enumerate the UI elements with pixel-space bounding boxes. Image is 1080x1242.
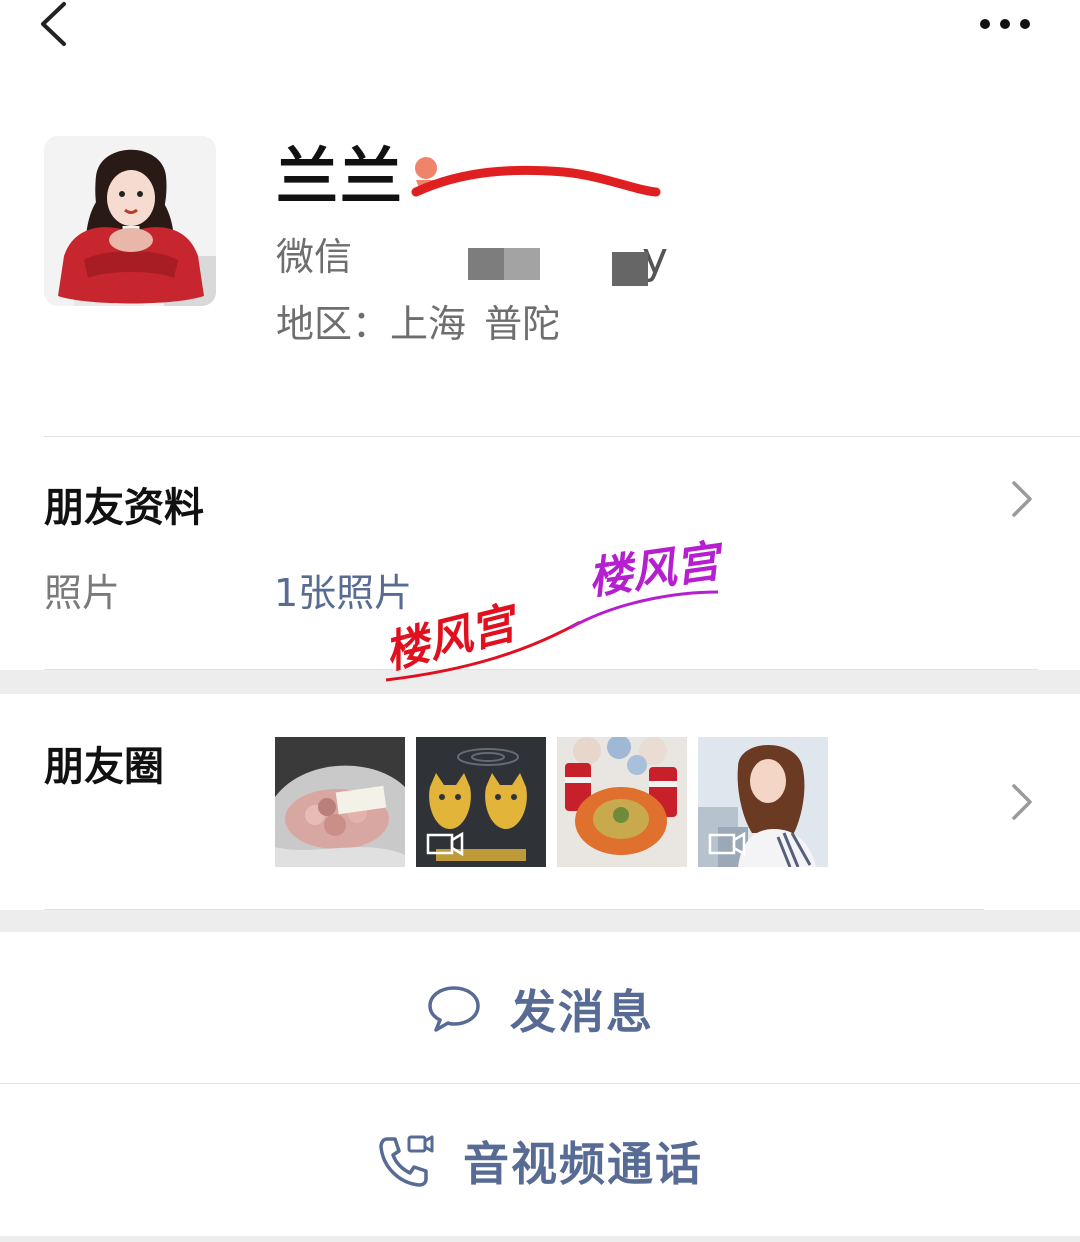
audio-video-call-button[interactable]: 音视频通话 (0, 1086, 1080, 1236)
moments-thumbnail[interactable] (698, 737, 828, 867)
moments-thumbnail[interactable] (557, 737, 687, 867)
chevron-right-icon (1012, 481, 1032, 517)
audio-video-call-label: 音视频通话 (463, 1137, 703, 1191)
top-bar (0, 0, 1080, 60)
moments-thumbnail[interactable] (416, 737, 546, 867)
send-message-label: 发消息 (510, 985, 654, 1039)
moments-thumbnail[interactable] (275, 737, 405, 867)
chevron-right-icon (1012, 784, 1032, 820)
wechat-id-blur (612, 252, 648, 286)
profile-header: 兰兰 微信 y 地区：上海 普陀 (0, 60, 1080, 436)
wechat-id-label: 微信 (276, 235, 353, 279)
photo-label: 照片 (44, 571, 121, 615)
bottom-gap (0, 1236, 1080, 1242)
chat-bubble-icon (428, 986, 480, 1032)
moments-title: 朋友圈 (44, 744, 164, 790)
section-gap (0, 910, 1080, 932)
avatar[interactable] (44, 136, 216, 306)
more-options-button[interactable] (970, 8, 1040, 40)
send-message-button[interactable]: 发消息 (0, 934, 1080, 1084)
contact-name: 兰兰 (276, 140, 405, 213)
back-button[interactable] (30, 0, 80, 52)
actions-divider (0, 1083, 1080, 1084)
moments-section[interactable]: 朋友圈 (0, 694, 1080, 910)
region-text: 地区：上海 普陀 (276, 302, 561, 346)
chevron-left-icon (41, 2, 66, 46)
redaction-scribble (411, 157, 661, 197)
friend-info-title: 朋友资料 (44, 485, 204, 531)
wechat-id-mosaic (468, 248, 540, 280)
phone-video-icon (379, 1135, 434, 1187)
more-dots-icon (980, 19, 1030, 29)
